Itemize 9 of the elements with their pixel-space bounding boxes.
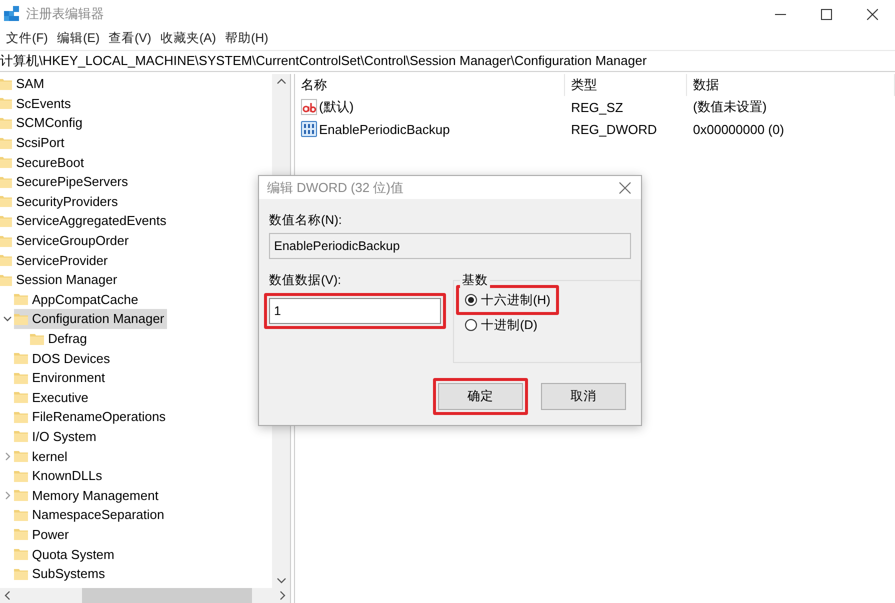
field-label: 数值数据(V): — [269, 272, 342, 289]
field-label: 数值名称(N): — [269, 212, 343, 229]
window-title: 注册表编辑器 — [26, 5, 105, 23]
value-data: 0x00000000 (0) — [692, 122, 786, 136]
value-type: REG_SZ — [570, 100, 624, 114]
dialog-title: 编辑 DWORD (32 位)值 — [267, 178, 404, 196]
group-label: 基数 — [460, 272, 490, 289]
value-type: REG_DWORD — [570, 122, 658, 136]
value-data: (数值未设置) — [692, 98, 768, 116]
